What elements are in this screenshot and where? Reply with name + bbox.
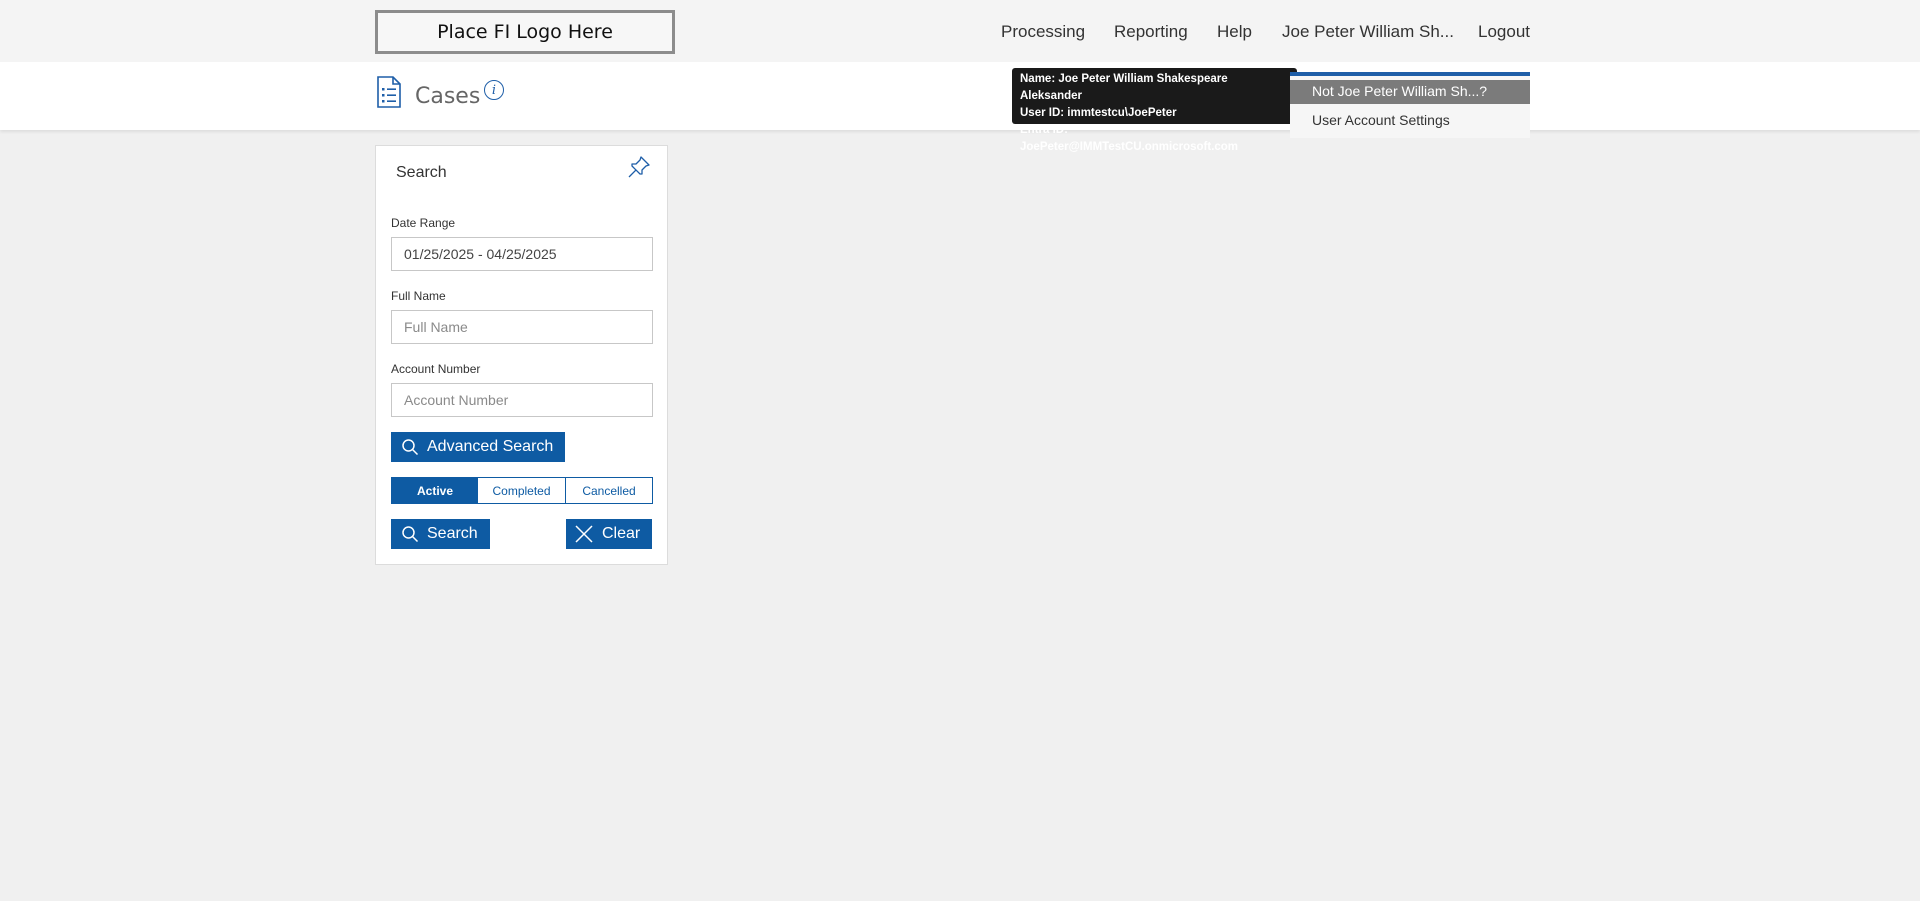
fi-logo[interactable]: Place FI Logo Here bbox=[375, 10, 675, 54]
tooltip-name: Name: Joe Peter William Shakespeare Alek… bbox=[1020, 73, 1228, 102]
date-range-input[interactable] bbox=[391, 237, 653, 271]
top-header bbox=[0, 0, 1920, 62]
search-button-label: Search bbox=[427, 525, 478, 542]
close-icon bbox=[575, 525, 593, 543]
status-filter: Active Completed Cancelled bbox=[391, 477, 653, 504]
user-info-tooltip: Name: Joe Peter William Shakespeare Alek… bbox=[1012, 68, 1303, 153]
user-dropdown-menu: Not Joe Peter William Sh...? User Accoun… bbox=[1290, 72, 1530, 138]
nav-processing[interactable]: Processing bbox=[1001, 22, 1085, 42]
menu-item-account-settings[interactable]: User Account Settings bbox=[1290, 108, 1530, 134]
full-name-input[interactable] bbox=[391, 310, 653, 344]
list-document-icon bbox=[377, 76, 401, 108]
tab-cancelled[interactable]: Cancelled bbox=[566, 478, 652, 503]
pin-icon[interactable] bbox=[626, 154, 652, 180]
nav-logout[interactable]: Logout bbox=[1478, 22, 1530, 42]
account-number-input[interactable] bbox=[391, 383, 653, 417]
nav-reporting[interactable]: Reporting bbox=[1114, 22, 1188, 42]
clear-button[interactable]: Clear bbox=[566, 519, 652, 549]
search-panel-title: Search bbox=[396, 164, 447, 181]
search-icon bbox=[402, 526, 419, 543]
info-icon[interactable]: i bbox=[484, 80, 504, 100]
date-range-label: Date Range bbox=[391, 216, 456, 230]
nav-help[interactable]: Help bbox=[1217, 22, 1252, 42]
clear-button-label: Clear bbox=[602, 525, 641, 542]
page-title: Cases bbox=[415, 84, 481, 109]
search-button[interactable]: Search bbox=[391, 519, 490, 549]
advanced-search-label: Advanced Search bbox=[427, 438, 554, 455]
tooltip-user-id: User ID: immtestcu\JoePeter bbox=[1020, 107, 1177, 119]
search-panel: Search Date Range Full Name Account Numb… bbox=[375, 145, 668, 565]
advanced-search-button[interactable]: Advanced Search bbox=[391, 432, 565, 462]
account-number-label: Account Number bbox=[391, 362, 481, 376]
tab-completed[interactable]: Completed bbox=[478, 478, 566, 503]
page-title-bar bbox=[0, 62, 1920, 130]
tab-active[interactable]: Active bbox=[392, 478, 478, 503]
full-name-label: Full Name bbox=[391, 289, 446, 303]
nav-user-menu[interactable]: Joe Peter William Sh... bbox=[1282, 22, 1454, 42]
search-icon bbox=[402, 439, 419, 456]
menu-item-not-user[interactable]: Not Joe Peter William Sh...? bbox=[1290, 80, 1530, 104]
tooltip-entra-id: Entra ID: JoePeter@IMMTestCU.onmicrosoft… bbox=[1020, 124, 1239, 153]
